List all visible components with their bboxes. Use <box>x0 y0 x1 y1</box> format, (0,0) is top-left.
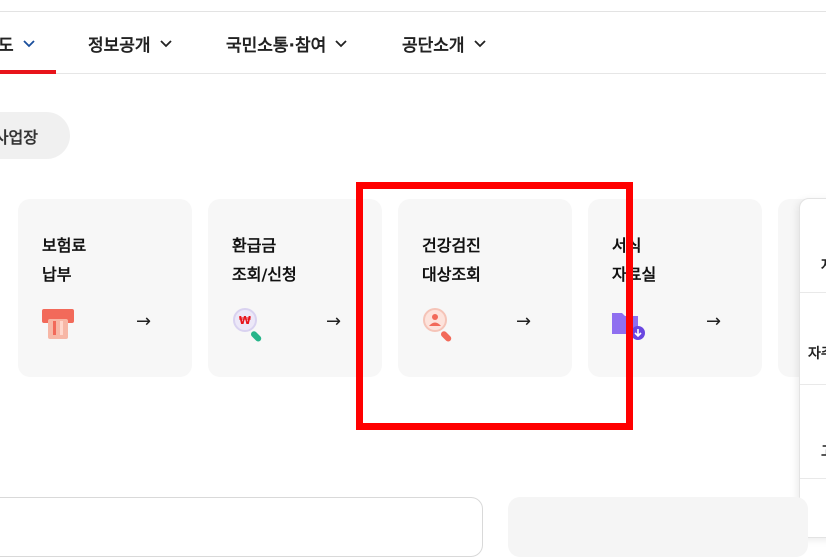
chevron-down-icon <box>159 36 173 50</box>
quick-menu-item[interactable]: 고 <box>800 385 826 479</box>
arrow-right-icon: → <box>326 311 342 332</box>
svg-text:₩: ₩ <box>239 314 251 327</box>
quick-menu-item[interactable]: 자주 <box>800 293 826 385</box>
chevron-down-icon <box>334 36 348 50</box>
global-nav: 도 정보공개 국민소통·참여 공단소개 <box>0 12 826 74</box>
nav-item-label: 공단소개 <box>402 35 465 56</box>
form-download-icon <box>610 305 650 345</box>
card-title-line: 서식 <box>612 236 642 255</box>
card-title: 환급금 조회/신청 <box>232 231 297 289</box>
card-title: 건강검진 대상조회 <box>422 231 481 289</box>
nav-item-label: 정보공개 <box>88 35 151 56</box>
arrow-right-icon: → <box>706 311 722 332</box>
nav-item-participation[interactable]: 국민소통·참여 <box>226 12 348 74</box>
card-title-line: 조회/신청 <box>232 265 297 284</box>
workplace-tab-button[interactable]: 사업장 <box>0 112 70 159</box>
card-title-line: 대상조회 <box>422 265 481 284</box>
quick-menu-label: 자주 <box>808 346 826 362</box>
quick-menu-label: 고 <box>821 441 826 461</box>
chevron-down-icon <box>22 36 36 50</box>
refund-search-icon: ₩ <box>230 305 270 345</box>
nav-active-indicator <box>0 70 56 74</box>
arrow-right-icon: → <box>136 311 152 332</box>
card-title-line: 보험료 <box>42 236 87 255</box>
card-premium-payment[interactable]: 보험료 납부 → <box>18 199 192 377</box>
chevron-down-icon <box>473 36 487 50</box>
nav-item-info-disclosure[interactable]: 정보공개 <box>88 12 173 74</box>
bottom-right-panel <box>508 497 808 557</box>
bottom-left-panel <box>0 497 483 557</box>
card-forms-library[interactable]: 서식 자료실 → <box>588 199 762 377</box>
card-title: 서식 자료실 <box>612 231 656 289</box>
card-checkup-eligibility[interactable]: 건강검진 대상조회 → <box>398 199 572 377</box>
quick-menu-label: 자 <box>821 255 826 275</box>
quick-menu-item[interactable]: 자 <box>800 199 826 293</box>
card-title-line: 건강검진 <box>422 236 481 255</box>
nav-item-label: 도 <box>0 35 14 56</box>
card-refund-inquiry[interactable]: 환급금 조회/신청 ₩ → <box>208 199 382 377</box>
pill-label: 사업장 <box>0 127 38 147</box>
arrow-right-icon: → <box>516 311 532 332</box>
checkup-search-icon <box>420 305 460 345</box>
card-title-line: 환급금 <box>232 236 277 255</box>
quick-menu-panel: 자 자주 고 <box>799 198 826 538</box>
nav-item-about[interactable]: 공단소개 <box>402 12 487 74</box>
nav-item-partial[interactable]: 도 <box>0 12 36 74</box>
card-title: 보험료 납부 <box>42 231 86 289</box>
card-title-line: 자료실 <box>612 265 657 284</box>
payment-card-icon <box>40 305 80 345</box>
nav-item-label: 국민소통·참여 <box>226 35 327 56</box>
card-title-line: 납부 <box>42 265 72 284</box>
